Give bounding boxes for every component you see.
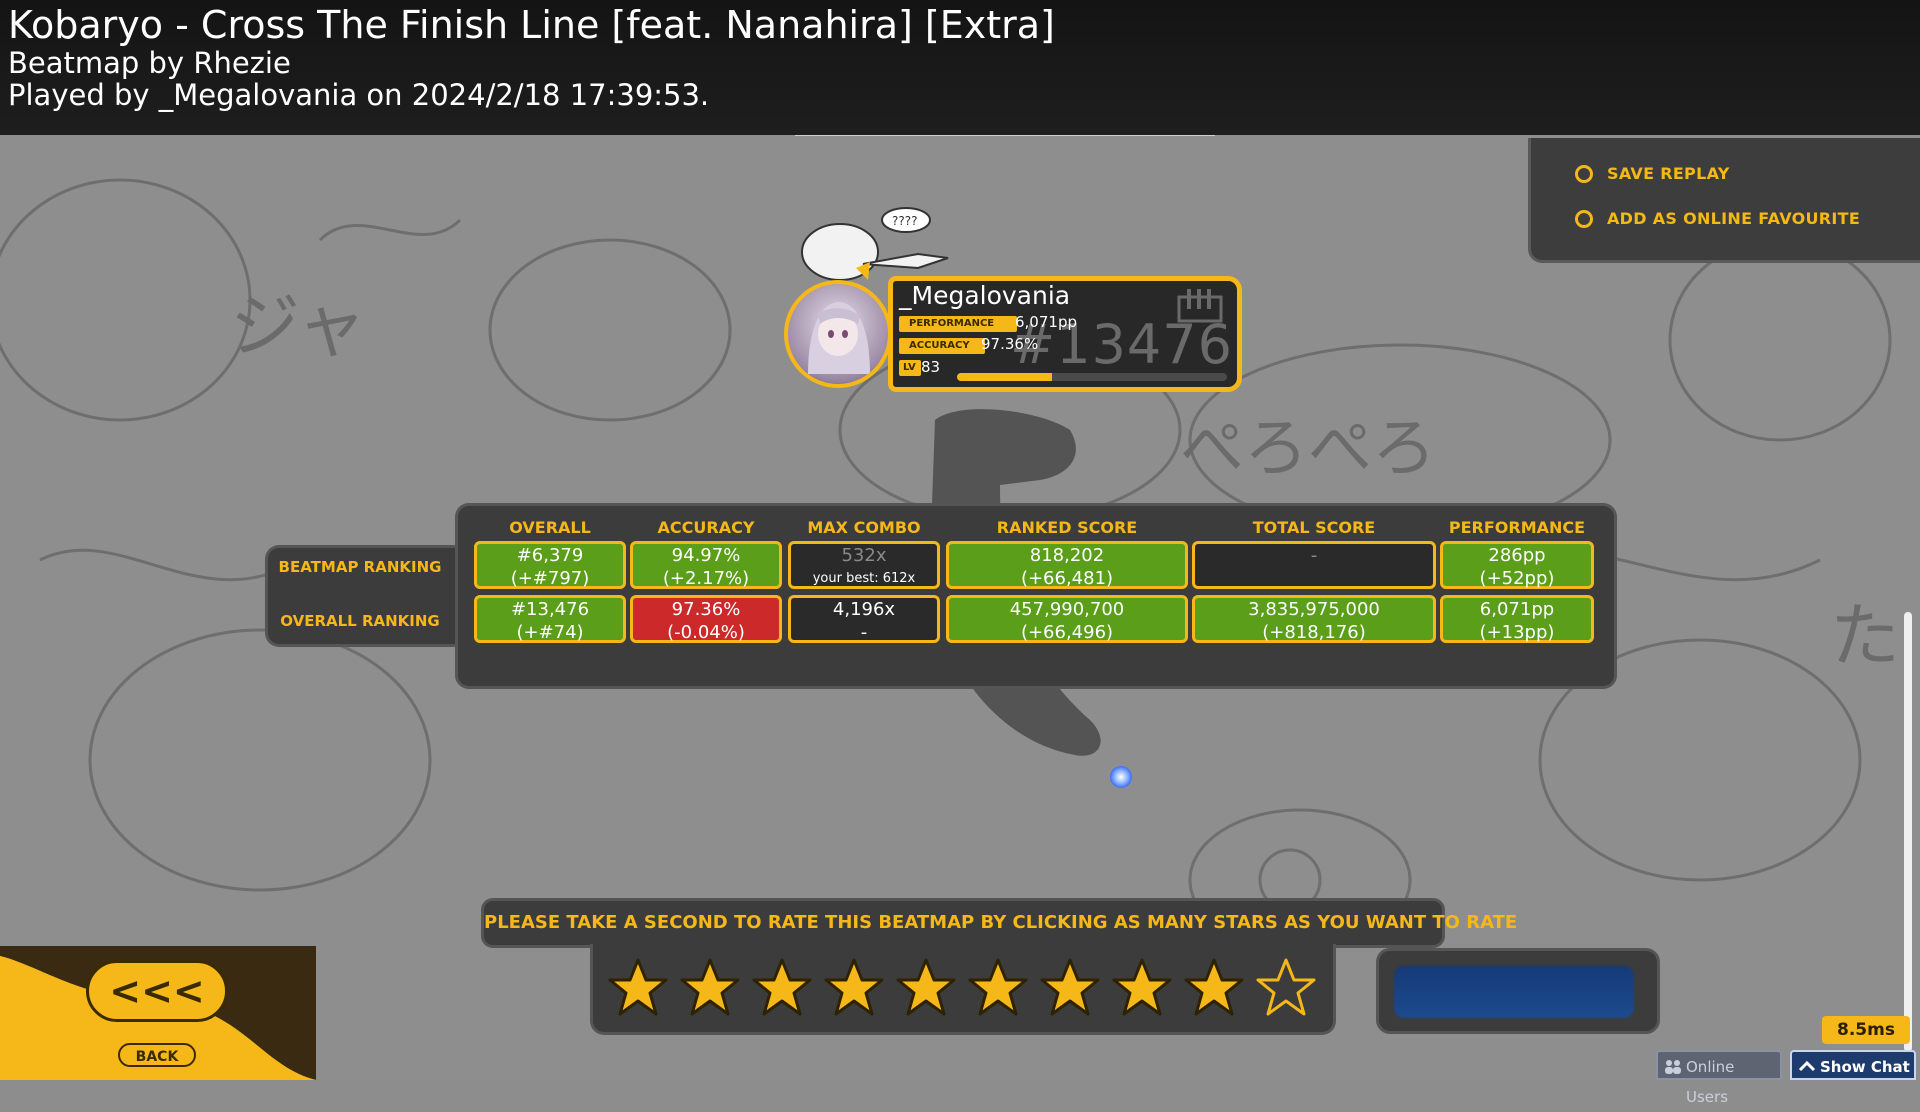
cell-delta: (+52pp) [1479, 568, 1555, 589]
avatar-portrait-icon [808, 302, 870, 374]
add-favourite-button[interactable]: ADD AS ONLINE FAVOURITE [1575, 209, 1860, 228]
cell-delta: (+66,496) [1020, 622, 1114, 643]
col-accuracy: ACCURACY [657, 518, 755, 537]
cell-value: 457,990,700 [1009, 599, 1125, 620]
svg-text:????: ???? [892, 214, 917, 228]
rating-star-icon-6[interactable] [968, 958, 1028, 1018]
rating-star-icon-9[interactable] [1184, 958, 1244, 1018]
user-avatar[interactable] [784, 280, 892, 388]
rating-star-icon-10[interactable] [1256, 958, 1316, 1018]
cell-delta: (-0.04%) [667, 622, 745, 643]
radio-circle-icon [1575, 209, 1593, 228]
radio-circle-icon [1575, 164, 1593, 183]
beatmap-title: Kobaryo - Cross The Finish Line [feat. N… [8, 3, 1055, 47]
user-card[interactable]: #13476 _Megalovania PERFORMANCE 6,071pp … [888, 276, 1242, 392]
svg-text:ぺろぺろ: ぺろぺろ [1180, 412, 1436, 486]
col-performance: PERFORMANCE [1448, 518, 1586, 537]
overall-performance-cell: 6,071pp (+13pp) [1440, 595, 1594, 643]
cell-value: 286pp [1488, 545, 1546, 566]
show-chat-button[interactable]: Show Chat [1790, 1050, 1916, 1080]
overall-overall-cell: #13,476 (+#74) [474, 595, 626, 643]
cell-value: 4,196x [832, 599, 896, 620]
col-max-combo: MAX COMBO [807, 518, 921, 537]
accuracy-badge: ACCURACY [899, 338, 985, 354]
header-bar: Kobaryo - Cross The Finish Line [feat. N… [0, 0, 1920, 135]
beatmap-performance-cell: 286pp (+52pp) [1440, 541, 1594, 589]
level-value: 83 [921, 358, 941, 376]
beatmap-creator: Beatmap by Rhezie [8, 46, 291, 80]
performance-value: 6,071pp [1015, 313, 1077, 331]
progress-blur-bar [1394, 966, 1634, 1018]
cell-delta: (+#797) [510, 568, 590, 589]
svg-text:ジャ: ジャ [230, 285, 367, 367]
rating-star-icon-3[interactable] [752, 958, 812, 1018]
cell-value: 3,835,975,000 [1248, 599, 1380, 620]
play-info: Played by _Megalovania on 2024/2/18 17:3… [8, 78, 710, 112]
options-panel: SAVE REPLAY ADD AS ONLINE FAVOURITE [1528, 138, 1920, 263]
overall-ranking-label: OVERALL RANKING [280, 612, 440, 630]
game-cursor-icon [1110, 766, 1132, 788]
beatmap-overall-cell: #6,379 (+#797) [474, 541, 626, 589]
overall-maxcombo-cell: 4,196x - [788, 595, 940, 643]
svg-text:た: た [1830, 595, 1900, 677]
piano-keys-icon [1177, 289, 1223, 323]
scroll-rail [1904, 612, 1912, 1052]
beatmap-accuracy-cell: 94.97% (+2.17%) [630, 541, 782, 589]
latency-badge: 8.5ms [1822, 1016, 1910, 1044]
beatmap-ranking-label: BEATMAP RANKING [278, 558, 442, 576]
level-progress-fill [957, 373, 1052, 381]
cell-value: 6,071pp [1479, 599, 1555, 620]
online-users-label: Online Users [1686, 1058, 1735, 1106]
cell-value: 97.36% [671, 599, 741, 620]
rating-star-icon-1[interactable] [608, 958, 668, 1018]
cell-value: #6,379 [516, 545, 584, 566]
cell-delta: (+818,176) [1262, 622, 1366, 643]
cell-value: - [1310, 545, 1318, 566]
add-favourite-label: ADD AS ONLINE FAVOURITE [1607, 209, 1861, 228]
online-users-button[interactable]: Online Users [1656, 1050, 1782, 1106]
level-progress-bar [957, 373, 1227, 381]
cell-delta: (+13pp) [1479, 622, 1555, 643]
beatmap-totalscore-cell: - [1192, 541, 1436, 589]
save-replay-label: SAVE REPLAY [1607, 164, 1730, 183]
rating-star-icon-8[interactable] [1112, 958, 1172, 1018]
rating-star-icon-7[interactable] [1040, 958, 1100, 1018]
performance-badge: PERFORMANCE [899, 316, 1017, 332]
rating-star-icon-4[interactable] [824, 958, 884, 1018]
chevron-up-icon [1798, 1060, 1816, 1072]
rating-star-icon-2[interactable] [680, 958, 740, 1018]
cell-delta: (+2.17%) [662, 568, 750, 589]
cell-best: your best: 612x [812, 571, 916, 586]
overall-accuracy-cell: 97.36% (-0.04%) [630, 595, 782, 643]
beatmap-rankedscore-cell: 818,202 (+66,481) [946, 541, 1188, 589]
cell-value: #13,476 [510, 599, 590, 620]
col-overall: OVERALL [509, 518, 591, 537]
cell-delta: (+#74) [516, 622, 584, 643]
save-replay-button[interactable]: SAVE REPLAY [1575, 164, 1730, 183]
cell-delta: - [860, 622, 868, 643]
user-name: _Megalovania [899, 281, 1071, 310]
cell-delta: (+66,481) [1020, 568, 1114, 589]
show-chat-label: Show Chat [1820, 1058, 1910, 1076]
cell-value: 94.97% [671, 545, 741, 566]
users-icon [1665, 1060, 1681, 1074]
back-label[interactable]: BACK [118, 1043, 196, 1067]
back-button[interactable]: <<< [86, 960, 228, 1022]
rating-star-icon-5[interactable] [896, 958, 956, 1018]
col-total-score: TOTAL SCORE [1252, 518, 1376, 537]
cell-value: 818,202 [1029, 545, 1105, 566]
level-badge: LV [899, 360, 921, 376]
overall-rankedscore-cell: 457,990,700 (+66,496) [946, 595, 1188, 643]
cell-value: 532x [841, 545, 887, 566]
col-ranked-score: RANKED SCORE [996, 518, 1138, 537]
overall-totalscore-cell: 3,835,975,000 (+818,176) [1192, 595, 1436, 643]
rate-prompt: PLEASE TAKE A SECOND TO RATE THIS BEATMA… [481, 898, 1517, 948]
accuracy-value: 97.36% [981, 335, 1039, 353]
beatmap-maxcombo-cell: 532x your best: 612x [788, 541, 940, 589]
